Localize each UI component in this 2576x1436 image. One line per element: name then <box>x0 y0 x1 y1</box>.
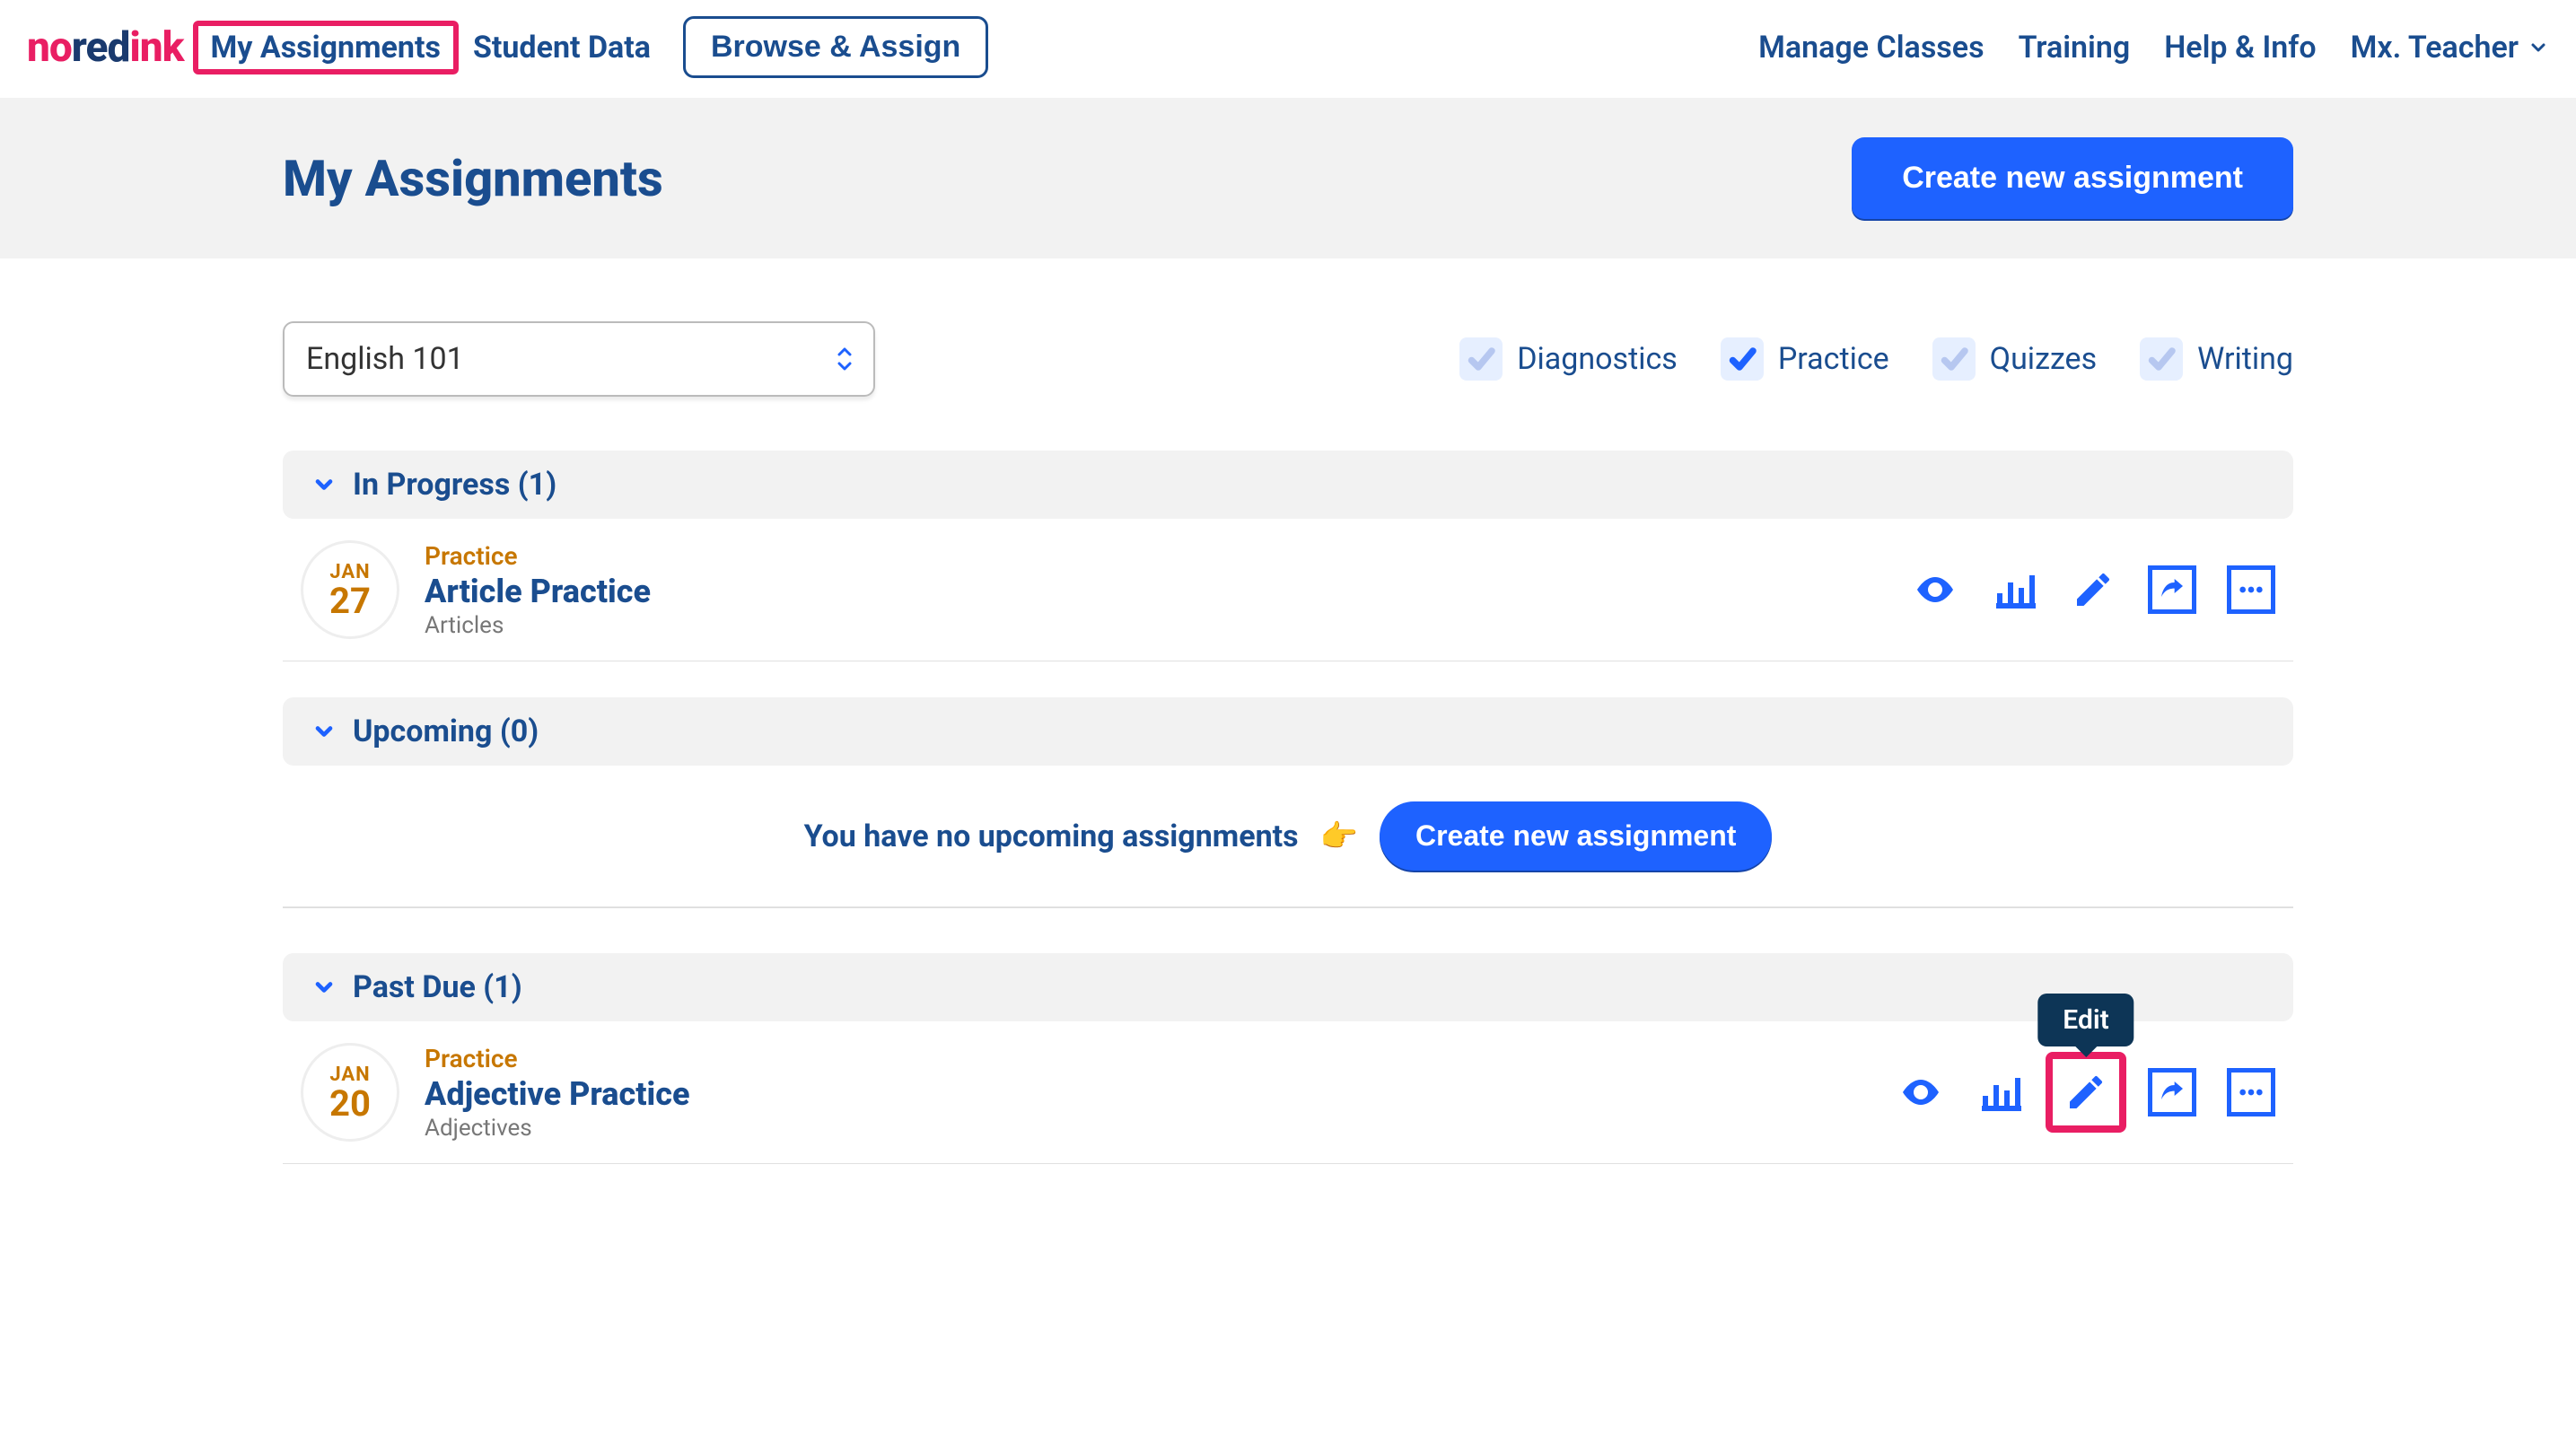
date-day: 20 <box>329 1086 371 1122</box>
page-header: My Assignments Create new assignment <box>0 98 2576 258</box>
filter-label: Practice <box>1778 341 1889 377</box>
analytics-icon[interactable] <box>1976 1068 2024 1116</box>
create-assignment-button-inline[interactable]: Create new assignment <box>1380 801 1772 871</box>
filter-quizzes[interactable]: Quizzes <box>1932 337 2097 381</box>
chevron-down-icon <box>311 472 337 497</box>
checkbox-icon <box>1932 337 1976 381</box>
section-label: In Progress (1) <box>353 467 556 503</box>
section-label: Upcoming (0) <box>353 714 539 749</box>
nav-right: Manage Classes Training Help & Info Mx. … <box>1758 30 2549 66</box>
chevron-down-icon <box>311 719 337 744</box>
main-content: English 101 Diagnostics Practice Quizzes <box>283 258 2293 1164</box>
section-in-progress[interactable]: In Progress (1) <box>283 451 2293 519</box>
filter-diagnostics[interactable]: Diagnostics <box>1459 337 1678 381</box>
date-badge: JAN 20 <box>301 1043 399 1142</box>
user-menu[interactable]: Mx. Teacher <box>2351 30 2549 66</box>
class-select[interactable]: English 101 <box>283 321 875 397</box>
checkbox-icon <box>2140 337 2183 381</box>
logo[interactable]: noredink <box>27 23 184 72</box>
filter-label: Writing <box>2197 341 2293 377</box>
more-icon[interactable] <box>2227 1068 2275 1116</box>
nav-training[interactable]: Training <box>2019 30 2131 66</box>
nav-left: My Assignments Student Data Browse & Ass… <box>211 16 989 78</box>
filter-writing[interactable]: Writing <box>2140 337 2293 381</box>
logo-part-red: red <box>72 23 130 72</box>
user-name: Mx. Teacher <box>2351 30 2519 66</box>
analytics-icon[interactable] <box>1990 565 2038 614</box>
assignment-type: Practice <box>425 541 651 571</box>
page-title: My Assignments <box>283 149 663 208</box>
nav-browse-assign[interactable]: Browse & Assign <box>683 16 988 78</box>
nav-student-data[interactable]: Student Data <box>473 30 651 66</box>
empty-text: You have no upcoming assignments <box>804 819 1299 854</box>
nav-manage-classes[interactable]: Manage Classes <box>1758 30 1984 66</box>
row-actions <box>1911 565 2275 614</box>
empty-upcoming: You have no upcoming assignments 👉 Creat… <box>283 766 2293 908</box>
pointing-emoji-icon: 👉 <box>1320 819 1358 854</box>
assignment-row: JAN 20 Practice Adjective Practice Adjec… <box>283 1021 2293 1164</box>
filter-checks: Diagnostics Practice Quizzes Writing <box>1459 337 2293 381</box>
section-upcoming[interactable]: Upcoming (0) <box>283 697 2293 766</box>
assignment-subtitle: Adjectives <box>425 1115 690 1142</box>
share-icon[interactable] <box>2148 565 2196 614</box>
edit-button-highlighted[interactable]: Edit <box>2046 1052 2126 1133</box>
edit-tooltip: Edit <box>2037 994 2134 1046</box>
date-day: 27 <box>329 583 371 619</box>
chevron-down-icon <box>311 975 337 1000</box>
section-label: Past Due (1) <box>353 969 522 1005</box>
assignment-info: Practice Article Practice Articles <box>425 541 651 639</box>
nav-help-info[interactable]: Help & Info <box>2164 30 2316 66</box>
preview-icon[interactable] <box>1897 1068 1945 1116</box>
logo-part-no: no <box>27 23 72 72</box>
assignment-info: Practice Adjective Practice Adjectives <box>425 1044 690 1142</box>
section-past-due[interactable]: Past Due (1) <box>283 953 2293 1021</box>
assignment-title[interactable]: Article Practice <box>425 573 651 610</box>
more-icon[interactable] <box>2227 565 2275 614</box>
nav-my-assignments[interactable]: My Assignments <box>193 21 459 74</box>
create-assignment-button[interactable]: Create new assignment <box>1852 137 2293 219</box>
filter-label: Quizzes <box>1990 341 2097 377</box>
assignment-type: Practice <box>425 1044 690 1073</box>
date-badge: JAN 27 <box>301 540 399 639</box>
filter-practice[interactable]: Practice <box>1721 337 1889 381</box>
share-icon[interactable] <box>2148 1068 2196 1116</box>
top-nav: noredink My Assignments Student Data Bro… <box>0 0 2576 98</box>
preview-icon[interactable] <box>1911 565 1959 614</box>
class-select-value: English 101 <box>306 341 464 377</box>
assignment-subtitle: Articles <box>425 612 651 639</box>
filter-label: Diagnostics <box>1517 341 1678 377</box>
row-actions: Edit <box>1897 1068 2275 1116</box>
edit-icon[interactable] <box>2062 1068 2110 1116</box>
assignment-title[interactable]: Adjective Practice <box>425 1075 690 1113</box>
checkbox-icon <box>1459 337 1503 381</box>
assignment-row: JAN 27 Practice Article Practice Article… <box>283 519 2293 661</box>
edit-icon[interactable] <box>2069 565 2117 614</box>
checkbox-checked-icon <box>1721 337 1764 381</box>
filter-row: English 101 Diagnostics Practice Quizzes <box>283 258 2293 442</box>
logo-part-ink: ink <box>129 23 183 72</box>
select-chevrons-icon <box>836 347 854 371</box>
chevron-down-icon <box>2528 37 2549 58</box>
